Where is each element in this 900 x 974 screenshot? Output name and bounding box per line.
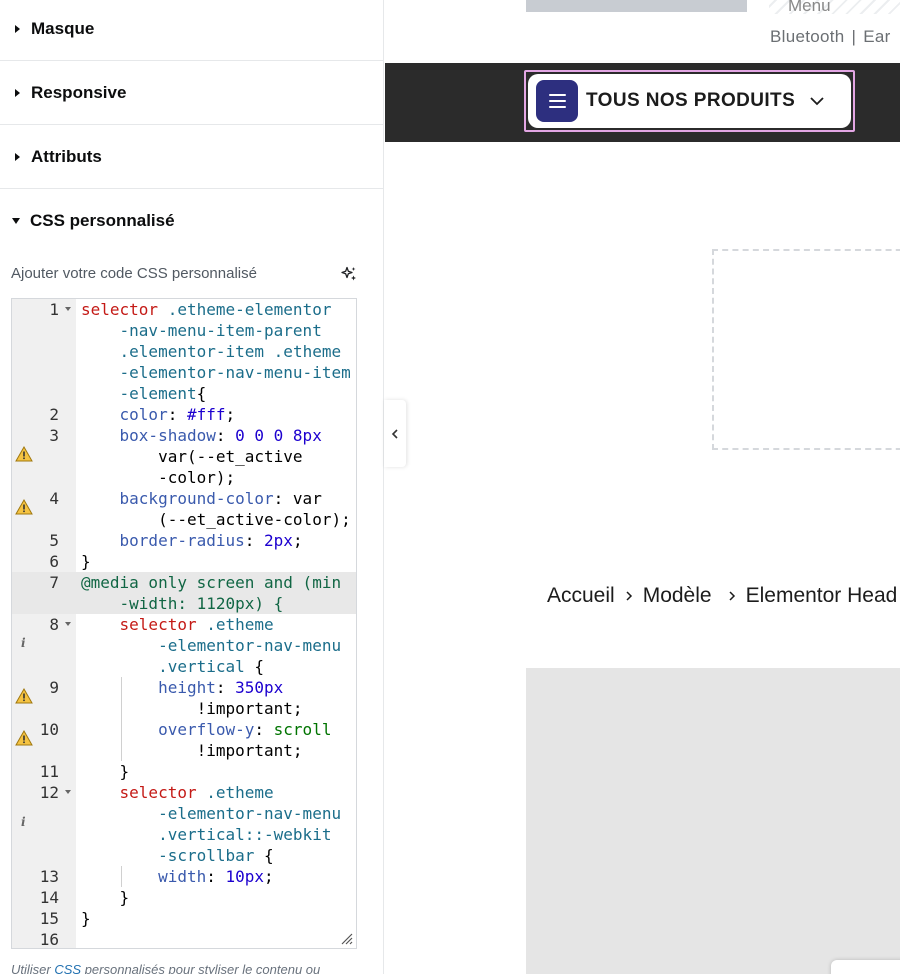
fold-toggle-icon[interactable] [65, 790, 71, 794]
floating-card[interactable] [831, 960, 900, 974]
header-placeholder [526, 0, 747, 12]
products-menu-button[interactable]: TOUS NOS PRODUITS [528, 74, 851, 128]
caret-right-icon [15, 88, 20, 97]
code-line: 1 selector .etheme-elementor -nav-menu-i… [49, 300, 351, 403]
indent-guide [121, 866, 122, 887]
top-link-ear[interactable]: Ear [863, 27, 890, 46]
separator: | [851, 27, 857, 46]
line-number: 1 [49, 300, 59, 319]
section-css-personnalise[interactable]: CSS personnalisé [0, 189, 383, 253]
section-responsive[interactable]: Responsive [0, 61, 383, 125]
code-line: 9 height: 350px !important; [49, 678, 303, 718]
line-number: 12 [39, 783, 59, 802]
line-number: 8 [49, 615, 59, 634]
line-number: 9 [49, 678, 59, 697]
section-title: Attributs [31, 146, 102, 166]
css-code-editor[interactable]: 1 selector .etheme-elementor -nav-menu-i… [11, 298, 357, 949]
navbar: TOUS NOS PRODUITS [385, 63, 900, 142]
code-line: 8 selector .etheme -elementor-nav-menu .… [49, 615, 342, 676]
breadcrumb: Accueil Modèle Elementor Head [547, 584, 897, 608]
products-menu-label: TOUS NOS PRODUITS [586, 90, 796, 111]
settings-panel: Masque Responsive Attributs CSS personna… [0, 0, 384, 974]
hamburger-icon [536, 80, 578, 122]
indent-guide [121, 677, 122, 761]
line-number: 7 [49, 573, 59, 592]
warning-icon [15, 446, 33, 462]
line-number: 16 [39, 930, 59, 949]
caret-right-icon [15, 24, 20, 33]
warning-icon [15, 730, 33, 746]
breadcrumb-current: Elementor Head [745, 584, 898, 607]
code-line-active: 7 @media only screen and (min -width: 11… [12, 572, 356, 614]
info-icon: i [21, 636, 26, 650]
css-field-label: Ajouter votre code CSS personnalisé [11, 265, 257, 282]
content-placeholder [526, 668, 900, 974]
warning-icon [15, 499, 33, 515]
fold-toggle-icon[interactable] [65, 307, 71, 311]
line-number: 4 [49, 489, 59, 508]
code-line: 10 overflow-y: scroll !important; [39, 720, 332, 760]
top-link-bluetooth[interactable]: Bluetooth [770, 27, 845, 46]
code-line: 4 background-color: var (--et_active-col… [49, 489, 351, 529]
section-attributs[interactable]: Attributs [0, 125, 383, 189]
code-line: 3 box-shadow: 0 0 0 8px var(--et_active … [49, 426, 322, 487]
fold-toggle-icon[interactable] [65, 622, 71, 626]
warning-icon [15, 688, 33, 704]
section-masque[interactable]: Masque [0, 0, 383, 61]
chevron-right-icon [626, 591, 632, 601]
top-menu-label[interactable]: Menu [788, 0, 831, 16]
code-line: 12 selector .etheme -elementor-nav-menu … [39, 783, 342, 865]
breadcrumb-modele[interactable]: Modèle [643, 584, 712, 608]
section-title: Responsive [31, 82, 127, 102]
line-number: 15 [39, 909, 59, 928]
top-links: Bluetooth | Ear [770, 27, 891, 47]
ai-sparkle-icon[interactable] [341, 266, 357, 282]
caret-down-icon [12, 218, 20, 224]
line-number: 10 [39, 720, 59, 739]
line-number: 5 [49, 531, 59, 550]
chevron-left-icon [391, 428, 398, 439]
line-number: 3 [49, 426, 59, 445]
editor-help-text: Utiliser CSS personnalisés pour styliser… [11, 962, 320, 974]
line-number: 6 [49, 552, 59, 571]
collapse-panel-button[interactable] [384, 400, 406, 467]
caret-right-icon [15, 152, 20, 161]
info-icon: i [21, 815, 26, 829]
section-title: CSS personnalisé [30, 211, 175, 230]
line-number: 2 [49, 405, 59, 424]
chevron-right-icon [729, 591, 735, 601]
line-number: 11 [39, 762, 59, 781]
resize-handle-icon[interactable] [341, 933, 353, 945]
section-title: Masque [31, 18, 95, 38]
chevron-down-icon [810, 97, 824, 106]
empty-widget-placeholder[interactable] [712, 249, 900, 450]
page-preview: Menu Bluetooth | Ear TOUS NOS PRODUITS Acc… [385, 0, 900, 974]
line-number: 14 [39, 888, 59, 907]
breadcrumb-home[interactable]: Accueil [547, 584, 615, 608]
line-number: 13 [39, 867, 59, 886]
css-help-link[interactable]: CSS [54, 962, 81, 974]
